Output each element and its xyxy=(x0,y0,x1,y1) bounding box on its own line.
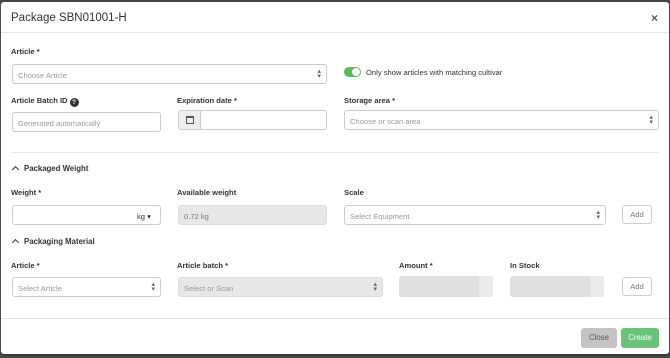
chevron-up-icon xyxy=(11,238,20,247)
close-icon[interactable]: × xyxy=(651,11,658,25)
add-material-button[interactable]: Add xyxy=(622,277,652,296)
package-modal: Package SBN01001-H × Article * Choose Ar… xyxy=(1,2,669,354)
chevron-up-icon xyxy=(11,165,20,174)
weight-label: Weight * xyxy=(11,188,42,197)
batch-id-input[interactable]: Generated automatically xyxy=(12,112,161,132)
select-caret-icon: ▴ ▾ xyxy=(151,281,155,293)
material-article-select[interactable]: Select Article ▴ ▾ xyxy=(12,277,161,297)
section-divider xyxy=(11,152,659,153)
storage-area-select[interactable]: Choose or scan area ▴ ▾ xyxy=(344,110,659,130)
packaged-weight-title: Packaged Weight xyxy=(24,164,89,173)
weight-unit-select[interactable]: kg ▾ xyxy=(130,205,161,225)
cultivar-toggle[interactable] xyxy=(344,67,361,77)
select-caret-icon: ▴ ▾ xyxy=(373,281,377,293)
packaging-material-toggle[interactable]: Packaging Material xyxy=(11,237,95,247)
amount-input[interactable] xyxy=(399,276,493,297)
close-button[interactable]: Close xyxy=(581,328,617,348)
storage-area-label: Storage area * xyxy=(344,96,396,105)
weight-input[interactable] xyxy=(12,205,131,225)
article-select[interactable]: Choose Article ▴ ▾ xyxy=(12,64,327,84)
footer-divider xyxy=(1,318,669,319)
help-icon[interactable]: ? xyxy=(69,98,79,107)
scale-label: Scale xyxy=(344,188,364,197)
modal-header: Package SBN01001-H × xyxy=(1,2,669,33)
expiration-date-input[interactable] xyxy=(200,110,327,130)
select-caret-icon: ▴ ▾ xyxy=(649,114,653,126)
amount-label: Amount * xyxy=(399,261,433,270)
expiration-label: Expiration date * xyxy=(177,96,237,105)
batch-id-placeholder: Generated automatically xyxy=(18,119,101,128)
article-placeholder: Choose Article xyxy=(18,71,67,80)
scale-select[interactable]: Select Equipment ▴ ▾ xyxy=(344,205,606,225)
in-stock-field xyxy=(510,276,604,297)
packaged-weight-toggle[interactable]: Packaged Weight xyxy=(11,164,89,174)
material-article-placeholder: Select Article xyxy=(18,284,62,293)
cultivar-toggle-label: Only show articles with matching cultiva… xyxy=(366,68,503,77)
material-batch-label: Article batch * xyxy=(177,261,229,270)
create-button[interactable]: Create xyxy=(621,328,659,348)
storage-area-placeholder: Choose or scan area xyxy=(350,117,421,126)
available-weight-label: Available weight xyxy=(177,188,237,197)
select-caret-icon: ▴ ▾ xyxy=(317,68,321,80)
calendar-button[interactable] xyxy=(178,110,201,130)
material-batch-placeholder: Select or Scan xyxy=(184,284,234,293)
add-scale-button[interactable]: Add xyxy=(622,205,652,224)
batch-id-label: Article Batch ID? xyxy=(11,96,79,107)
available-weight-value: 0.72 kg xyxy=(184,212,209,221)
calendar-icon xyxy=(186,116,194,124)
available-weight-field: 0.72 kg xyxy=(178,205,327,225)
packaging-material-title: Packaging Material xyxy=(24,237,95,246)
batch-id-label-text: Article Batch ID xyxy=(11,96,68,105)
material-batch-select: Select or Scan ▴ ▾ xyxy=(178,277,383,297)
modal-title: Package SBN01001-H xyxy=(11,12,127,24)
select-caret-icon: ▴ ▾ xyxy=(596,209,600,221)
scale-placeholder: Select Equipment xyxy=(350,212,410,221)
material-article-label: Article * xyxy=(11,261,40,270)
article-label: Article * xyxy=(11,47,40,56)
in-stock-label: In Stock xyxy=(510,261,540,270)
